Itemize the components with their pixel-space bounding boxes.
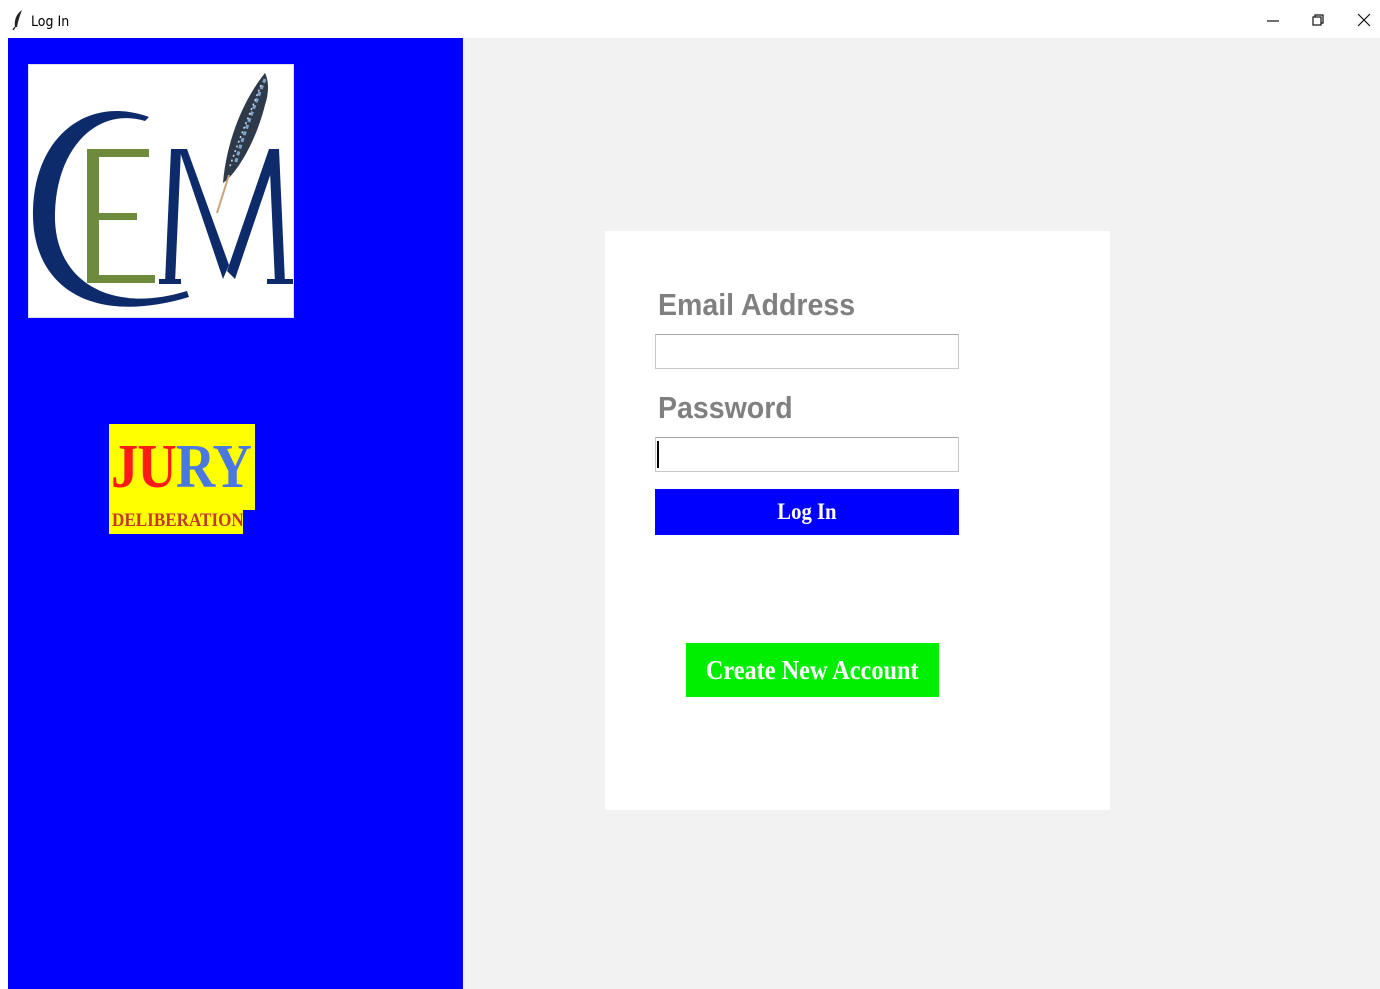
password-field[interactable] xyxy=(655,437,959,472)
password-label: Password xyxy=(658,390,793,425)
create-account-button[interactable]: Create New Account xyxy=(686,643,939,697)
window-titlebar: Log In xyxy=(0,0,1380,38)
close-button[interactable] xyxy=(1344,6,1380,34)
feather-icon xyxy=(12,10,22,31)
email-label: Email Address xyxy=(658,287,856,322)
cem-logo-image xyxy=(32,73,293,307)
sidebar-panel: JURY DELIBERATION xyxy=(8,38,463,989)
close-icon xyxy=(1357,13,1371,27)
main-panel: Email Address Password Log In Create New… xyxy=(463,38,1380,989)
minimize-button[interactable] xyxy=(1253,6,1293,34)
jury-word-blue: RY xyxy=(175,433,252,501)
create-account-label: Create New Account xyxy=(706,654,919,685)
restore-button[interactable] xyxy=(1298,6,1338,34)
deliberation-text: DELIBERATION xyxy=(112,510,244,531)
text-caret xyxy=(657,441,659,468)
window-title: Log In xyxy=(31,14,70,30)
restore-icon xyxy=(1312,14,1324,26)
jury-word-red: JU xyxy=(111,433,177,501)
jury-deliberation-badge: JURY DELIBERATION xyxy=(109,424,255,534)
jury-wordmark: JURY xyxy=(111,433,252,501)
cem-logo xyxy=(28,64,294,318)
minimize-icon xyxy=(1267,20,1279,22)
login-button-label: Log In xyxy=(777,499,837,524)
login-button[interactable]: Log In xyxy=(655,489,959,535)
login-card: Email Address Password Log In Create New… xyxy=(605,231,1110,810)
email-field[interactable] xyxy=(655,334,959,369)
